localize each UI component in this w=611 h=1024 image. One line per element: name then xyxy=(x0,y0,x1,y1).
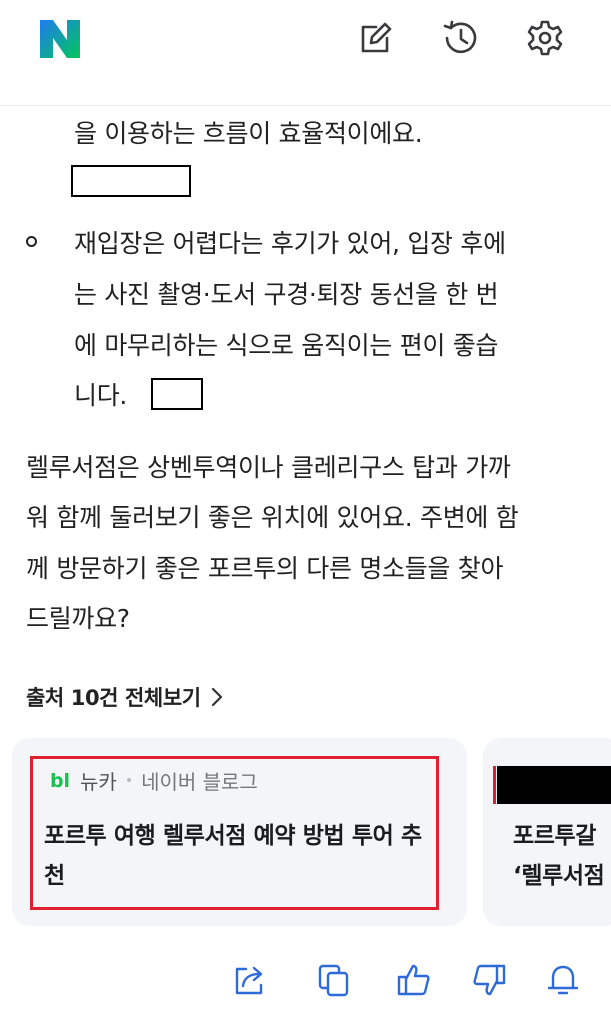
source-type: 네이버 블로그 xyxy=(141,770,258,794)
redacted-block xyxy=(497,766,611,804)
source-card[interactable]: bl 뉴카 • 네이버 블로그 포르투 여행 렐루서점 예약 방법 투어 추천 xyxy=(12,738,467,926)
settings-icon xyxy=(527,20,563,56)
separator-dot: • xyxy=(124,772,134,789)
view-all-sources-link[interactable]: 출처 10건 전체보기 xyxy=(26,682,225,712)
bell-icon xyxy=(547,965,579,995)
source-card-title: 포르투 여행 렐루서점 예약 방법 투어 추천 xyxy=(44,823,422,889)
bullet-line: 재입장은 어렵다는 후기가 있어, 입장 후에 xyxy=(74,229,506,258)
compose-icon xyxy=(361,22,392,53)
paragraph-line: 께 방문하기 좋은 포르투의 다른 명소들을 찾아 xyxy=(26,554,504,583)
top-header xyxy=(0,0,611,106)
source-card-next[interactable]: 포르투갈 ‘렐루서점 xyxy=(483,738,611,926)
answer-actions xyxy=(0,954,611,1010)
paragraph-line: 워 함께 둘러보기 좋은 위치에 있어요. 주변에 함 xyxy=(26,503,519,532)
redacted-block xyxy=(151,378,203,410)
chevron-right-icon xyxy=(211,687,222,707)
blog-icon: bl xyxy=(49,769,71,792)
bullet-line: 에 마무리하는 식으로 움직이는 편이 좋습 xyxy=(74,331,499,360)
paragraph-line: 렐루서점은 상벤투역이나 클레리구스 탑과 가까 xyxy=(26,453,511,482)
notify-button[interactable] xyxy=(541,958,585,1002)
naver-logo[interactable] xyxy=(38,18,82,60)
source-name: 뉴카 xyxy=(80,770,117,794)
source-meta: bl 뉴카 • 네이버 블로그 xyxy=(48,766,258,795)
bullet-line: 니다. xyxy=(74,381,128,410)
thumbs-down-icon xyxy=(473,964,506,996)
dislike-button[interactable] xyxy=(467,958,511,1002)
settings-button[interactable] xyxy=(523,16,567,60)
copy-icon xyxy=(318,964,349,997)
bullet-marker xyxy=(26,236,37,247)
title-line: 포르투갈 xyxy=(513,823,597,849)
share-icon xyxy=(235,966,263,995)
title-line: ‘렐루서점 xyxy=(513,863,605,889)
thumbs-up-icon xyxy=(397,964,430,996)
bullet-line: 는 사진 촬영·도서 구경·퇴장 동선을 한 번 xyxy=(74,280,499,309)
like-button[interactable] xyxy=(392,958,436,1002)
history-button[interactable] xyxy=(438,16,482,60)
naver-n-icon xyxy=(40,20,80,58)
view-all-sources-label: 출처 10건 전체보기 xyxy=(26,686,201,710)
paragraph-line: 드릴까요? xyxy=(26,604,130,633)
source-accent-bar xyxy=(493,766,496,804)
compose-button[interactable] xyxy=(354,16,398,60)
answer-line: 을 이용하는 흐름이 효율적이에요. xyxy=(74,119,423,148)
copy-button[interactable] xyxy=(312,958,356,1002)
history-icon xyxy=(443,20,477,54)
source-card-title: 포르투갈 ‘렐루서점 xyxy=(513,816,605,896)
share-button[interactable] xyxy=(228,958,272,1002)
redacted-block xyxy=(71,165,191,197)
